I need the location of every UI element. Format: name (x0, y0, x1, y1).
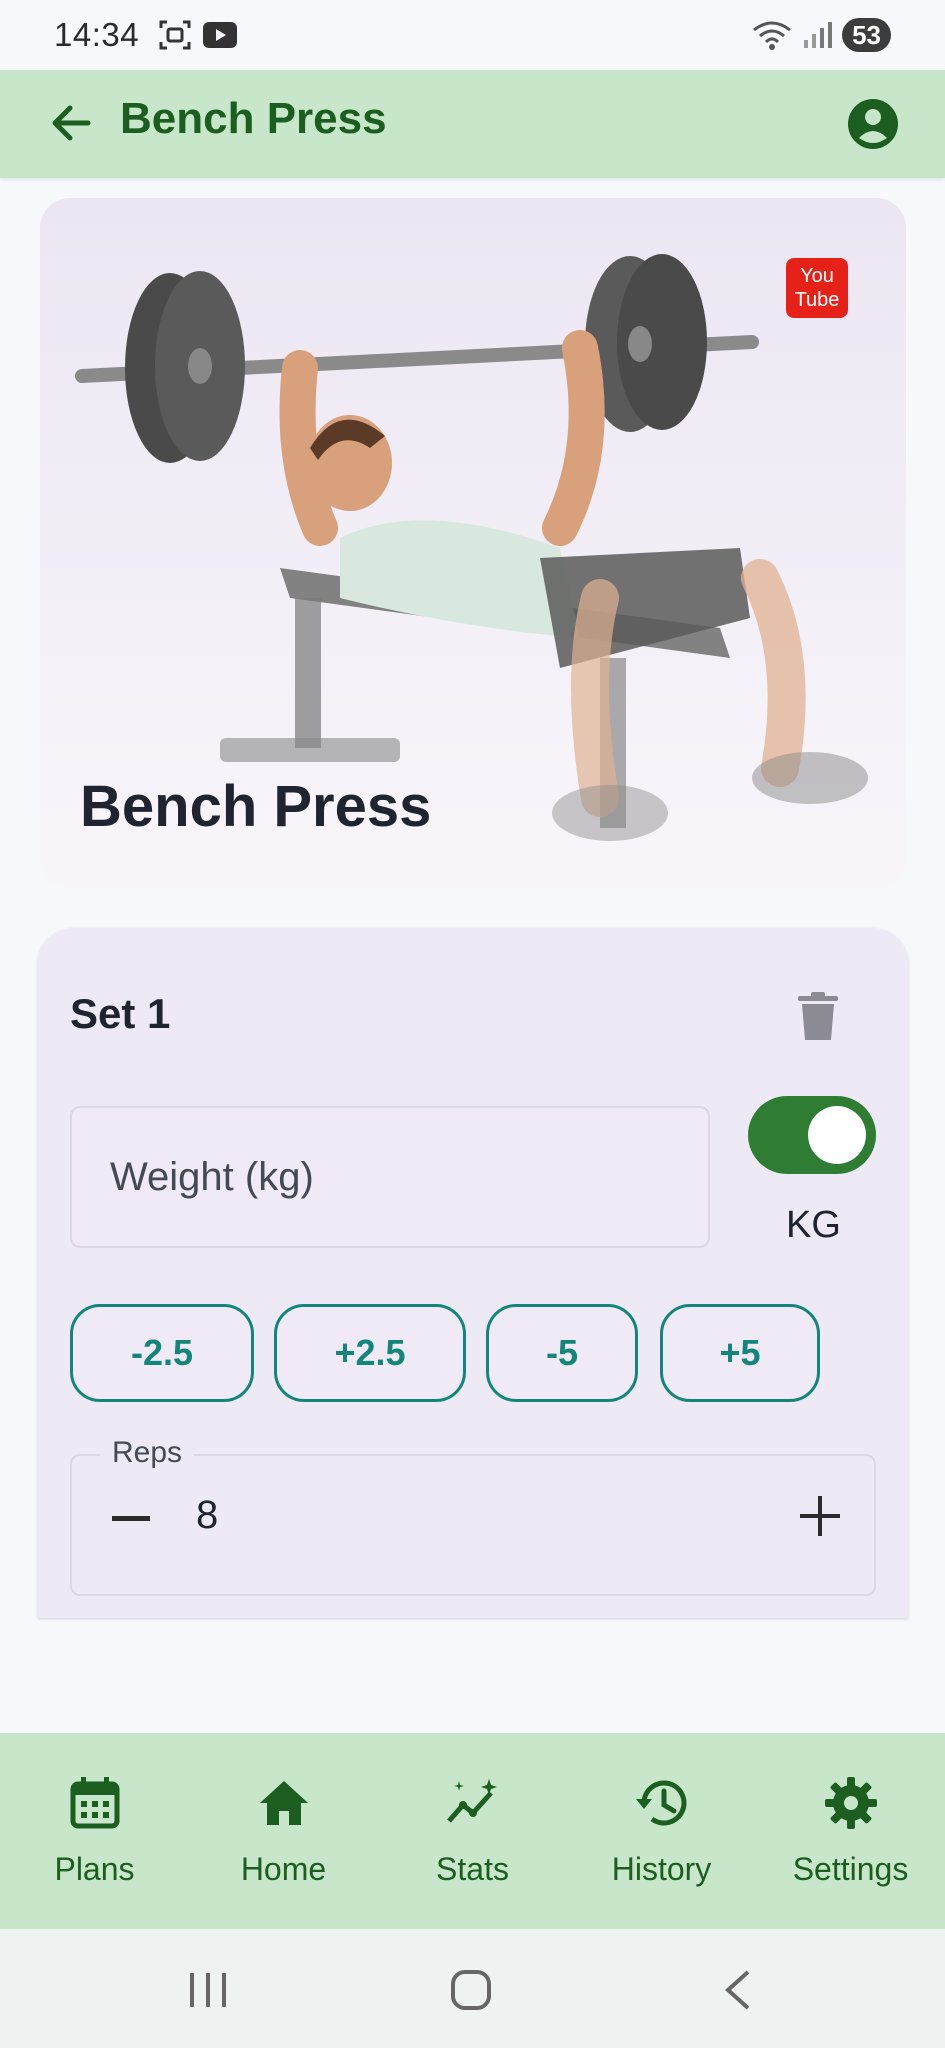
stats-icon (446, 1779, 497, 1823)
status-time: 14:34 (54, 16, 140, 53)
calendar-icon (70, 1777, 119, 1829)
weight-placeholder: Weight (kg) (110, 1154, 314, 1199)
back-arrow-icon[interactable] (48, 100, 94, 146)
reps-plus-icon[interactable] (800, 1496, 840, 1536)
decrease-5-button[interactable]: -5 (486, 1304, 638, 1402)
exercise-hero-card: You Tube Bench Press (40, 198, 906, 888)
top-app-bar: Bench Press (0, 70, 945, 178)
unit-label: KG (786, 1204, 841, 1246)
system-navigation-bar (0, 1929, 945, 2048)
nav-label-plans: Plans (54, 1851, 135, 1887)
account-icon[interactable] (847, 98, 899, 150)
reps-label: Reps (100, 1436, 195, 1470)
battery-indicator: 53 (842, 18, 891, 52)
bottom-navigation: Plans Home Stats History Settings (0, 1733, 945, 1929)
exercise-name: Bench Press (80, 774, 432, 839)
wifi-icon (753, 21, 791, 50)
nav-item-history[interactable]: History (567, 1733, 756, 1929)
nav-label-settings: Settings (792, 1851, 909, 1887)
weight-input[interactable]: Weight (kg) (70, 1106, 710, 1248)
unit-toggle[interactable] (748, 1096, 876, 1174)
svg-text:Tube: Tube (795, 289, 840, 311)
gear-icon (824, 1777, 877, 1829)
status-bar: 14:34 53 (0, 0, 945, 70)
home-button-icon[interactable] (450, 1969, 492, 2011)
nav-label-stats: Stats (436, 1851, 509, 1887)
set-title: Set 1 (70, 990, 171, 1037)
signal-icon (804, 22, 833, 48)
battery-level: 53 (852, 19, 881, 50)
set-card: Set 1 Weight (kg) KG -2.5 +2.5 -5 +5 Rep… (38, 928, 908, 1618)
nav-item-plans[interactable]: Plans (0, 1733, 189, 1929)
home-icon (259, 1781, 308, 1825)
back-nav-icon[interactable] (722, 1969, 752, 2011)
page-title: Bench Press (120, 94, 387, 143)
history-icon (635, 1780, 686, 1826)
decrease-2-5-button[interactable]: -2.5 (70, 1304, 254, 1402)
reps-value[interactable]: 8 (196, 1493, 218, 1538)
toggle-knob (808, 1106, 866, 1164)
reps-stepper (70, 1454, 876, 1596)
reps-minus-icon[interactable] (112, 1516, 150, 1522)
screenshot-icon (159, 20, 191, 50)
increase-5-button[interactable]: +5 (660, 1304, 820, 1402)
nav-item-stats[interactable]: Stats (378, 1733, 567, 1929)
youtube-status-icon (203, 22, 238, 48)
svg-text:You: You (800, 265, 834, 287)
nav-item-home[interactable]: Home (189, 1733, 378, 1929)
delete-set-icon[interactable] (794, 992, 842, 1042)
recents-icon[interactable] (188, 1971, 228, 2009)
youtube-icon[interactable]: You Tube (786, 258, 848, 318)
increase-2-5-button[interactable]: +2.5 (274, 1304, 466, 1402)
nav-label-history: History (611, 1851, 712, 1887)
nav-label-home: Home (240, 1851, 327, 1887)
nav-item-settings[interactable]: Settings (756, 1733, 945, 1929)
